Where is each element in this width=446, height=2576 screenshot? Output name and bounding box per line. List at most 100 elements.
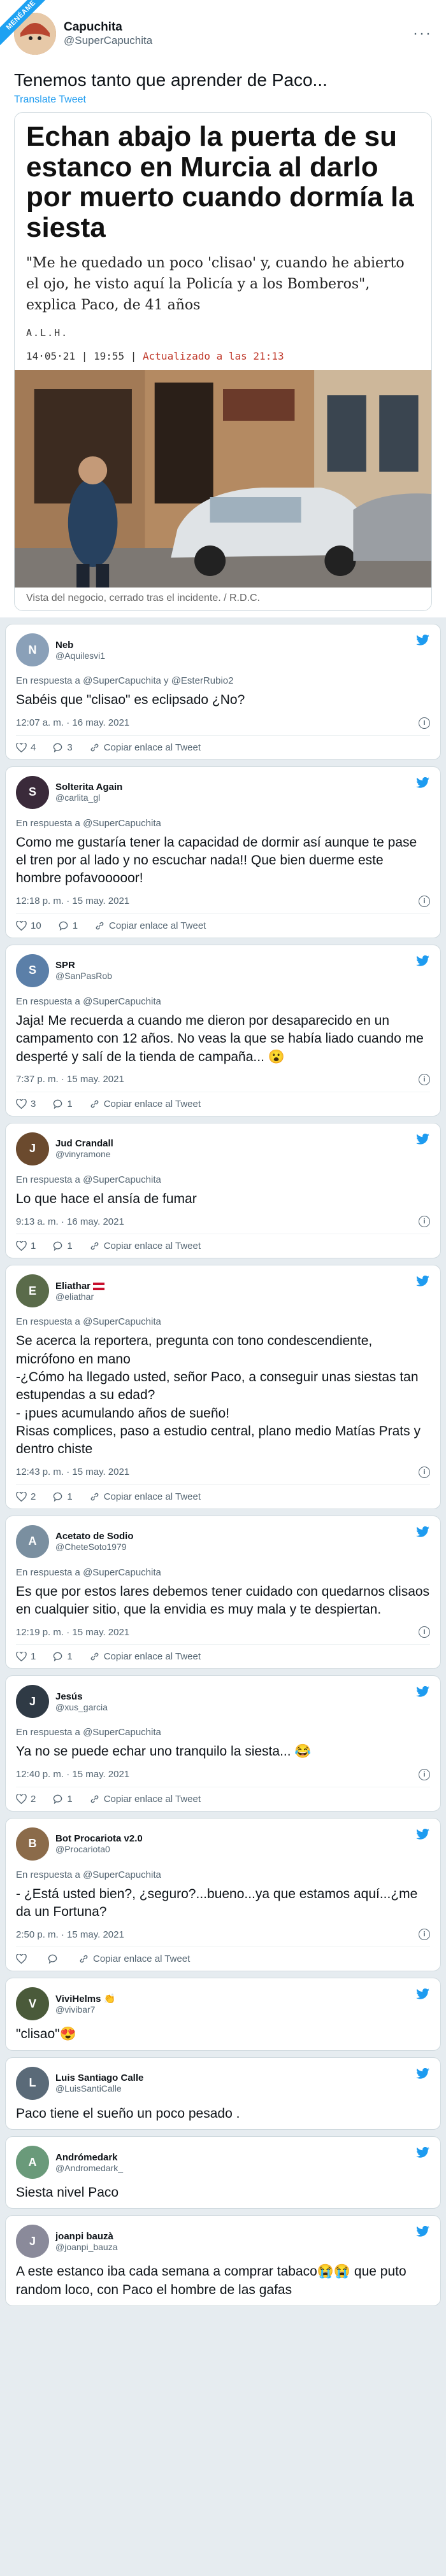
- like-button[interactable]: 1: [16, 1651, 36, 1662]
- user-handle[interactable]: @carlita_gl: [55, 792, 122, 803]
- user-handle[interactable]: @Andromedark_: [55, 2163, 123, 2173]
- display-name[interactable]: Acetato de Sodio: [55, 1531, 134, 1542]
- twitter-bird-icon[interactable]: [416, 1526, 430, 1541]
- avatar[interactable]: J: [16, 1685, 49, 1719]
- reply-tweet[interactable]: S SPR @SanPasRob En respuesta a @SuperCapuc…: [5, 944, 441, 1116]
- twitter-bird-icon[interactable]: [416, 635, 430, 649]
- user-handle[interactable]: @joanpi_bauza: [55, 2242, 118, 2252]
- reply-timestamp[interactable]: 9:13 a. m. · 16 may. 2021: [16, 1216, 124, 1227]
- user-handle[interactable]: @Procariota0: [55, 1844, 143, 1854]
- in-reply-to[interactable]: En respuesta a @SuperCapuchita: [16, 1567, 430, 1578]
- reply-button[interactable]: 1: [52, 1794, 73, 1805]
- in-reply-to[interactable]: En respuesta a @SuperCapuchita: [16, 1869, 430, 1880]
- avatar[interactable]: A: [16, 1524, 49, 1558]
- twitter-bird-icon[interactable]: [416, 777, 430, 792]
- reply-timestamp[interactable]: 12:40 p. m. · 15 may. 2021: [16, 1769, 129, 1780]
- reply-timestamp[interactable]: 2:50 p. m. · 15 may. 2021: [16, 1929, 124, 1940]
- display-name[interactable]: Jud Crandall: [55, 1138, 113, 1149]
- avatar[interactable]: J: [16, 1132, 49, 1165]
- reply-tweet[interactable]: S Solterita Again @carlita_gl En respuesta …: [5, 766, 441, 938]
- article-card[interactable]: Echan abajo la puerta de su estanco en M…: [14, 112, 432, 612]
- like-button[interactable]: 2: [16, 1794, 36, 1805]
- reply-button[interactable]: 1: [52, 1491, 73, 1502]
- reply-tweet[interactable]: L Luis Santiago Calle @LuisSantiCalle Paco …: [5, 2057, 441, 2130]
- twitter-bird-icon[interactable]: [416, 1133, 430, 1148]
- reply-button[interactable]: 1: [52, 1651, 73, 1662]
- reply-tweet[interactable]: J Jud Crandall @vinyramone En respuesta a @…: [5, 1122, 441, 1259]
- reply-timestamp[interactable]: 12:43 p. m. · 15 may. 2021: [16, 1467, 129, 1477]
- reply-timestamp[interactable]: 12:07 a. m. · 16 may. 2021: [16, 717, 129, 728]
- info-icon[interactable]: i: [419, 1466, 430, 1478]
- like-button[interactable]: 1: [16, 1241, 36, 1251]
- user-handle[interactable]: @vinyramone: [55, 1149, 113, 1159]
- twitter-bird-icon[interactable]: [416, 2067, 430, 2083]
- in-reply-to[interactable]: En respuesta a @SuperCapuchita: [16, 1174, 430, 1185]
- user-handle[interactable]: @SuperCapuchita: [64, 34, 152, 47]
- display-name[interactable]: Solterita Again: [55, 782, 122, 792]
- user-handle[interactable]: @SanPasRob: [55, 971, 112, 981]
- user-handle[interactable]: @eliathar: [55, 1292, 104, 1302]
- twitter-bird-icon[interactable]: [416, 1276, 430, 1290]
- like-button[interactable]: 4: [16, 742, 36, 753]
- more-options-icon[interactable]: ···: [413, 25, 432, 43]
- in-reply-to[interactable]: En respuesta a @SuperCapuchita y @EsterR…: [16, 675, 430, 686]
- like-button[interactable]: [16, 1954, 31, 1964]
- in-reply-to[interactable]: En respuesta a @SuperCapuchita: [16, 996, 430, 1007]
- display-name[interactable]: Andrómedark: [55, 2152, 123, 2163]
- info-icon[interactable]: i: [419, 1929, 430, 1941]
- info-icon[interactable]: i: [419, 1626, 430, 1638]
- twitter-bird-icon[interactable]: [416, 955, 430, 970]
- copy-link-button[interactable]: Copiar enlace al Tweet: [89, 742, 201, 753]
- reply-button[interactable]: 1: [58, 920, 78, 931]
- copy-link-button[interactable]: Copiar enlace al Tweet: [89, 1651, 201, 1662]
- copy-link-button[interactable]: Copiar enlace al Tweet: [89, 1794, 201, 1805]
- reply-tweet[interactable]: A Acetato de Sodio @CheteSoto1979 En respue…: [5, 1515, 441, 1670]
- reply-tweet[interactable]: A Andrómedark @Andromedark_ Siesta nivel Pa…: [5, 2136, 441, 2209]
- info-icon[interactable]: i: [419, 1768, 430, 1780]
- user-handle[interactable]: @CheteSoto1979: [55, 1542, 134, 1552]
- reply-button[interactable]: 3: [52, 742, 73, 753]
- reply-button[interactable]: [47, 1954, 62, 1964]
- user-handle[interactable]: @Aquilesvi1: [55, 651, 105, 661]
- reply-tweet[interactable]: Jjoanpi bauzà @joanpi_bauza A este estanco…: [5, 2215, 441, 2307]
- like-button[interactable]: 3: [16, 1099, 36, 1109]
- avatar[interactable]: A: [16, 2146, 49, 2179]
- twitter-bird-icon[interactable]: [416, 2226, 430, 2241]
- copy-link-button[interactable]: Copiar enlace al Tweet: [78, 1953, 190, 1964]
- display-name[interactable]: Neb: [55, 640, 105, 651]
- display-name[interactable]: joanpi bauzà: [55, 2231, 118, 2242]
- twitter-bird-icon[interactable]: [416, 1828, 430, 1843]
- reply-timestamp[interactable]: 12:18 p. m. · 15 may. 2021: [16, 896, 129, 906]
- translate-tweet-link[interactable]: Translate Tweet: [14, 94, 432, 106]
- copy-link-button[interactable]: Copiar enlace al Tweet: [89, 1491, 201, 1502]
- copy-link-button[interactable]: Copiar enlace al Tweet: [94, 920, 206, 931]
- reply-tweet[interactable]: N Neb @Aquilesvi1 En respuesta a @SuperCapu…: [5, 624, 441, 760]
- info-icon[interactable]: i: [419, 1216, 430, 1228]
- reply-tweet[interactable]: E Eliathar @eliathar En respuesta a @SuperC…: [5, 1265, 441, 1509]
- copy-link-button[interactable]: Copiar enlace al Tweet: [89, 1099, 201, 1109]
- twitter-bird-icon[interactable]: [416, 1988, 430, 2003]
- reply-button[interactable]: 1: [52, 1241, 73, 1251]
- avatar[interactable]: S: [16, 775, 49, 809]
- avatar[interactable]: J: [16, 2225, 49, 2258]
- display-name[interactable]: Luis Santiago Calle: [55, 2073, 143, 2083]
- reply-tweet[interactable]: V ViviHelms 👏 @vivibar7 "clisao"😍: [5, 1978, 441, 2051]
- avatar[interactable]: V: [16, 1987, 49, 2021]
- reply-tweet[interactable]: J Jesús @xus_garcia En respuesta a @SuperCa…: [5, 1675, 441, 1812]
- display-name[interactable]: ViviHelms 👏: [55, 1993, 115, 2004]
- info-icon[interactable]: i: [419, 895, 430, 907]
- avatar[interactable]: B: [16, 1827, 49, 1861]
- avatar[interactable]: L: [16, 2066, 49, 2100]
- user-handle[interactable]: @vivibar7: [55, 2004, 115, 2015]
- display-name[interactable]: Jesús: [55, 1691, 108, 1702]
- avatar[interactable]: N: [16, 633, 49, 667]
- avatar[interactable]: E: [16, 1274, 49, 1308]
- reply-timestamp[interactable]: 7:37 p. m. · 15 may. 2021: [16, 1074, 124, 1085]
- avatar[interactable]: S: [16, 954, 49, 987]
- twitter-bird-icon[interactable]: [416, 2146, 430, 2162]
- display-name[interactable]: Eliathar: [55, 1281, 105, 1292]
- like-button[interactable]: 10: [16, 920, 41, 931]
- user-handle[interactable]: @LuisSantiCalle: [55, 2083, 143, 2094]
- in-reply-to[interactable]: En respuesta a @SuperCapuchita: [16, 1316, 430, 1327]
- reply-tweet[interactable]: B Bot Procariota v2.0 @Procariota0 En respu…: [5, 1817, 441, 1972]
